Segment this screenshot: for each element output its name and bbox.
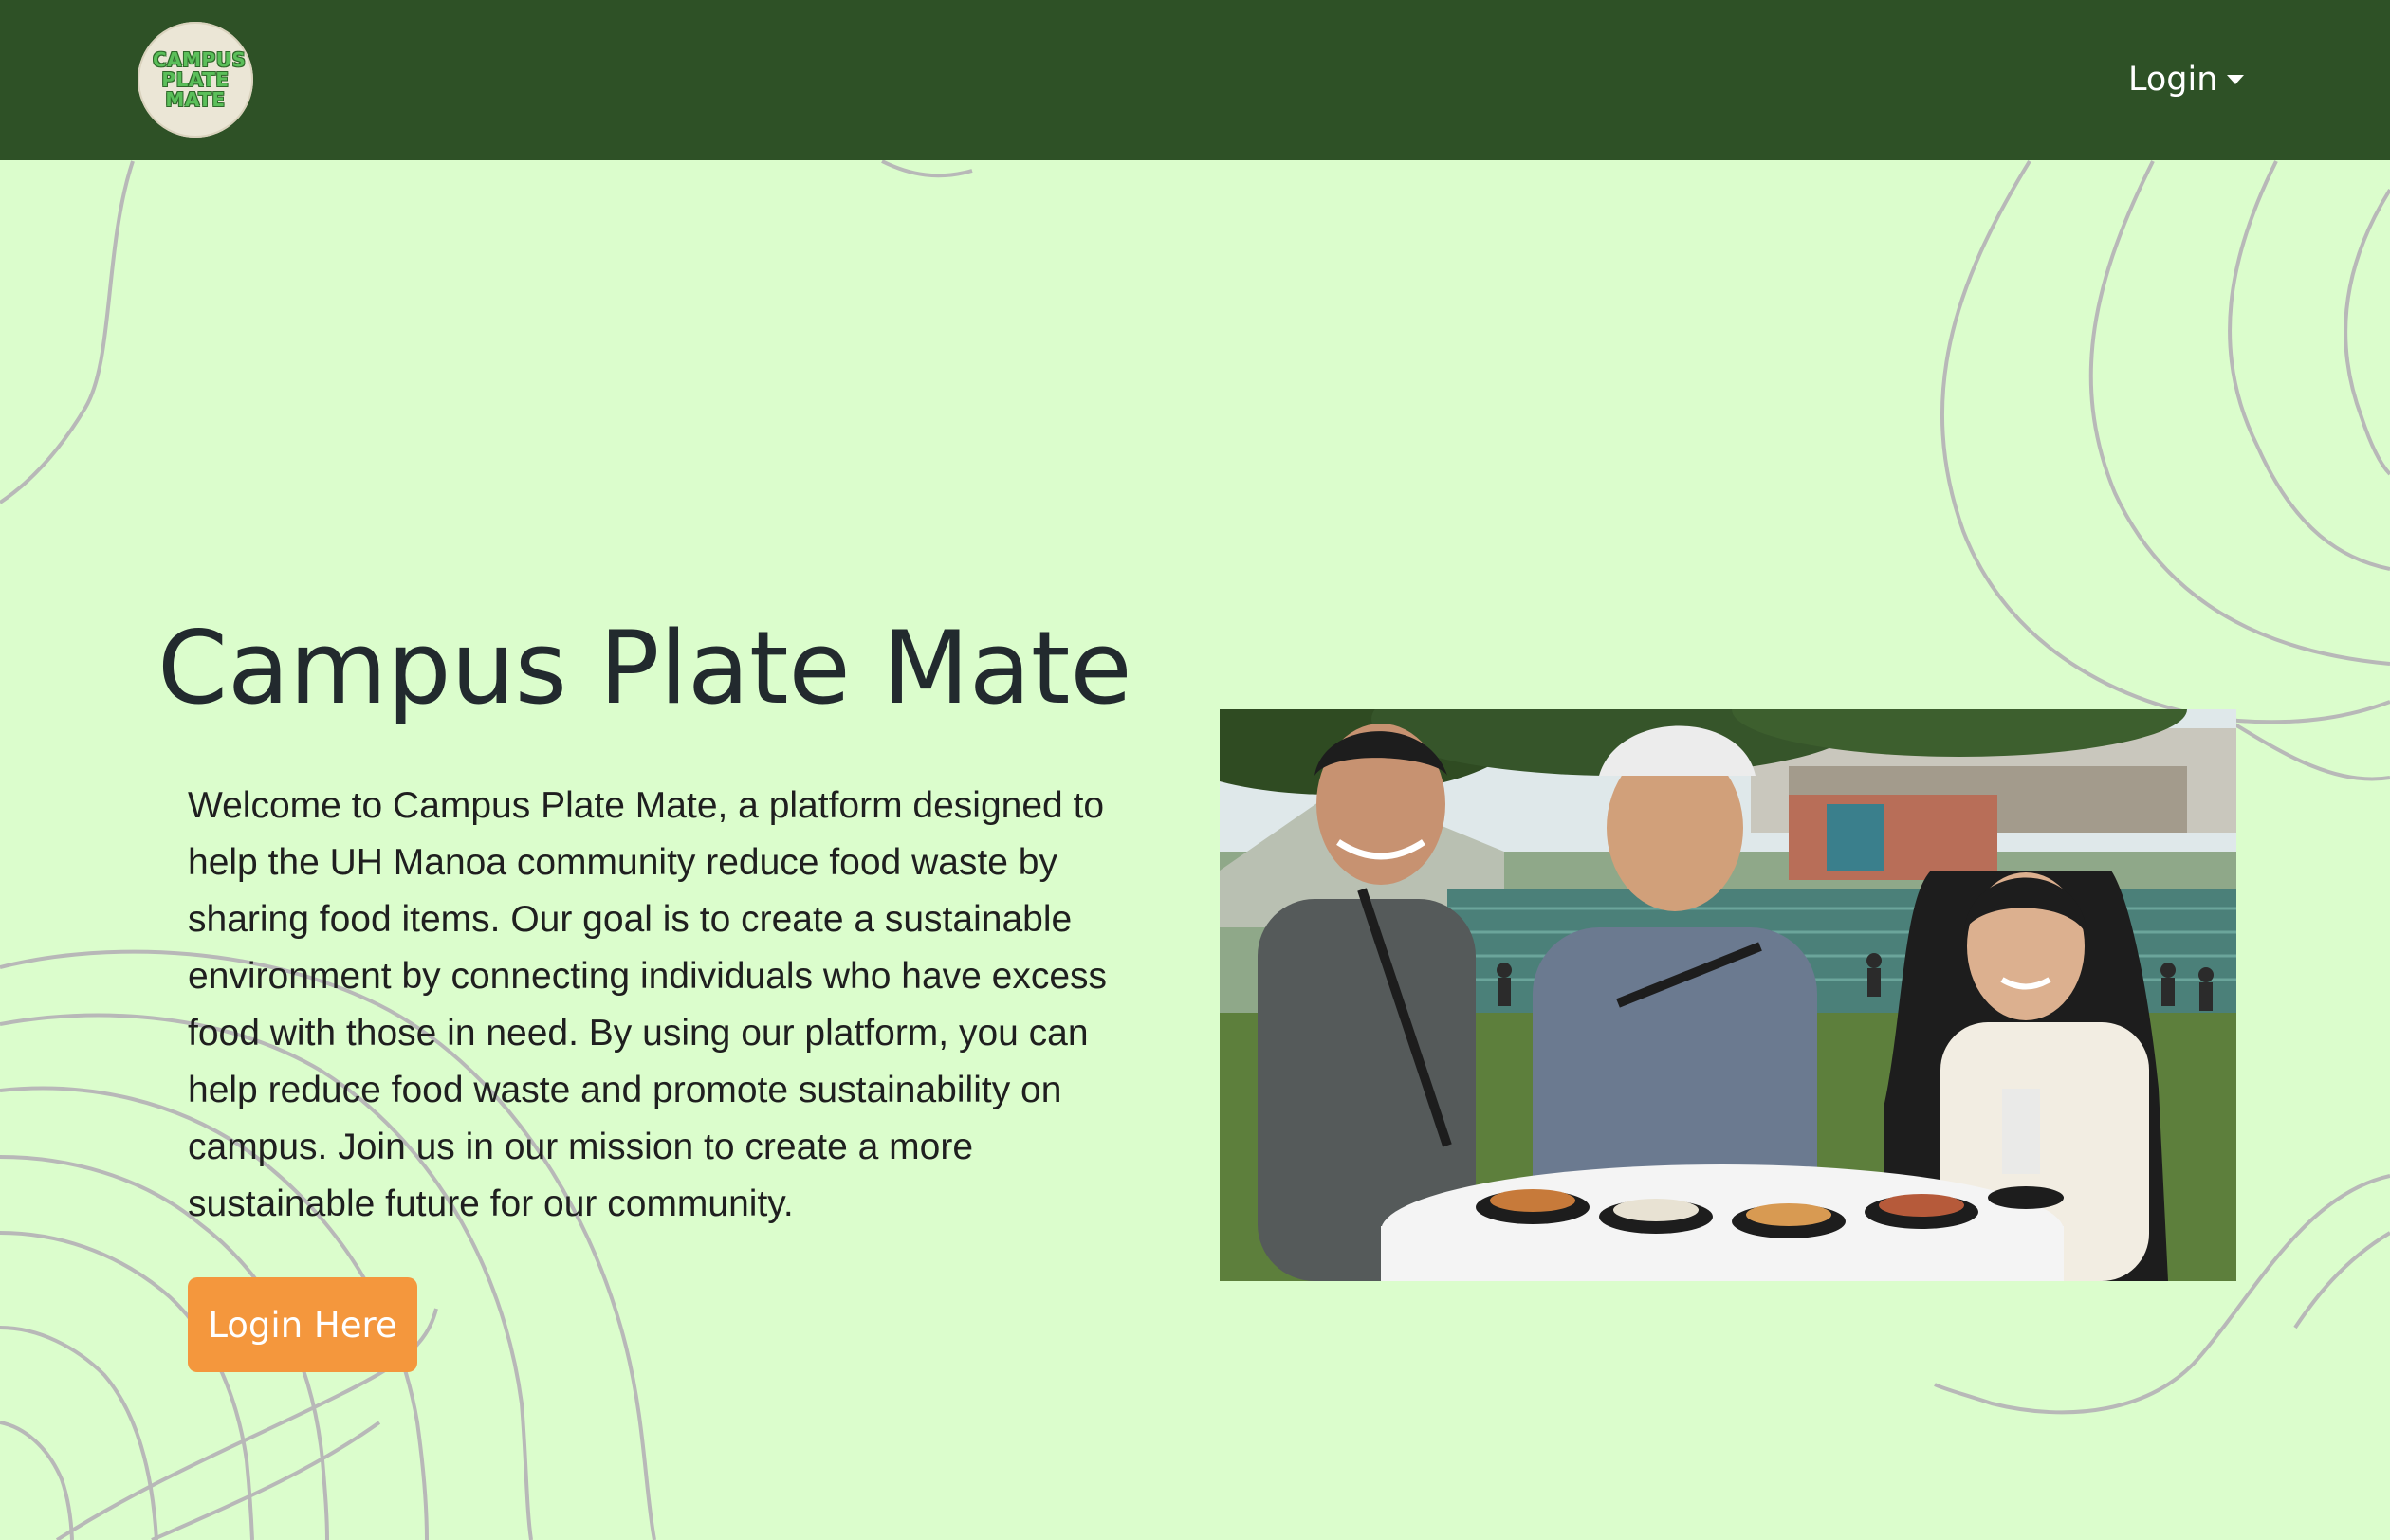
hero-photo <box>1220 709 2236 1281</box>
navbar: CAMPUS PLATE MATE Login <box>0 0 2390 160</box>
login-here-button[interactable]: Login Here <box>188 1277 417 1372</box>
brand-logo[interactable]: CAMPUS PLATE MATE <box>138 22 253 138</box>
login-dropdown-toggle[interactable]: Login <box>2128 53 2245 106</box>
hero-description: Welcome to Campus Plate Mate, a platform… <box>188 785 1108 1224</box>
page-title: Campus Plate Mate <box>157 610 1132 726</box>
hero-photo-illustration <box>1220 709 2236 1281</box>
logo-text: CAMPUS PLATE MATE <box>153 47 247 111</box>
caret-down-icon <box>2227 75 2245 84</box>
login-dropdown-label: Login <box>2128 61 2218 99</box>
